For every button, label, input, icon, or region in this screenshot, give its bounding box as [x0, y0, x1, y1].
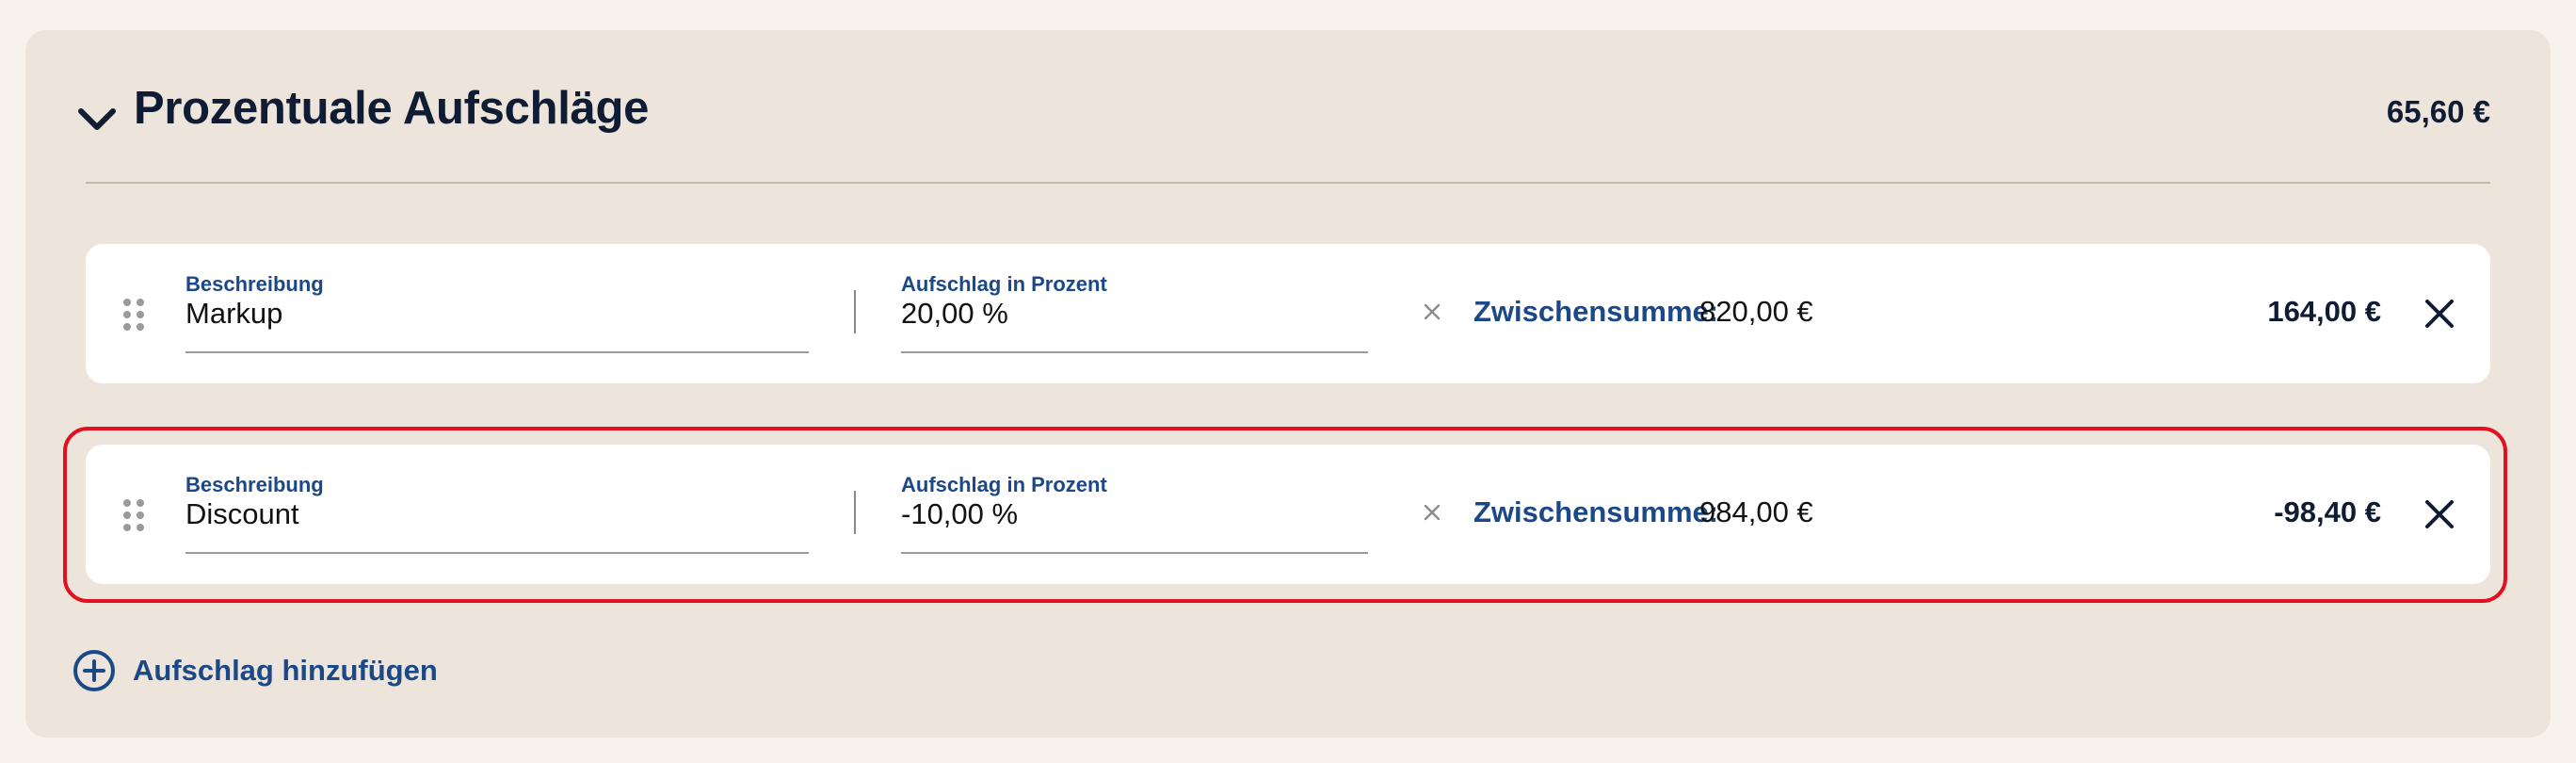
- row-amount: -98,40 €: [2274, 495, 2381, 528]
- field-separator: [854, 290, 856, 333]
- subtotal-label: Zwischensumme:: [1473, 295, 1719, 328]
- description-field: Beschreibung: [185, 272, 809, 353]
- field-separator: [854, 491, 856, 534]
- header-divider: [86, 182, 2490, 184]
- add-surcharge-label: Aufschlag hinzufügen: [133, 654, 438, 687]
- percent-input[interactable]: [901, 293, 1368, 334]
- surcharges-panel: Prozentuale Aufschläge 65,60 € Beschreib…: [25, 30, 2551, 738]
- times-icon: [1413, 293, 1451, 331]
- plus-circle-icon: [72, 649, 116, 692]
- surcharge-row: Beschreibung Aufschlag in Prozent Zwisch…: [86, 244, 2490, 383]
- description-input[interactable]: [185, 293, 809, 334]
- row-amount: 164,00 €: [2267, 295, 2381, 328]
- section-title: Prozentuale Aufschläge: [134, 83, 650, 134]
- description-input[interactable]: [185, 494, 809, 535]
- percent-field: Aufschlag in Prozent: [901, 272, 1368, 353]
- subtotal-value: 820,00 €: [1699, 295, 1813, 328]
- subtotal-label: Zwischensumme:: [1473, 495, 1719, 528]
- section-header: Prozentuale Aufschläge 65,60 €: [25, 30, 2551, 181]
- close-icon[interactable]: [2421, 495, 2458, 533]
- section-total: 65,60 €: [2386, 94, 2490, 129]
- percent-field: Aufschlag in Prozent: [901, 473, 1368, 554]
- close-icon[interactable]: [2421, 295, 2458, 333]
- percent-input[interactable]: [901, 494, 1368, 535]
- drag-handle-icon[interactable]: [123, 299, 144, 331]
- drag-handle-icon[interactable]: [123, 499, 144, 531]
- subtotal-value: 984,00 €: [1699, 495, 1813, 528]
- times-icon: [1413, 494, 1451, 531]
- chevron-down-icon[interactable]: [73, 96, 121, 143]
- description-field: Beschreibung: [185, 473, 809, 554]
- surcharge-row: Beschreibung Aufschlag in Prozent Zwisch…: [86, 445, 2490, 584]
- add-surcharge-button[interactable]: Aufschlag hinzufügen: [72, 646, 438, 695]
